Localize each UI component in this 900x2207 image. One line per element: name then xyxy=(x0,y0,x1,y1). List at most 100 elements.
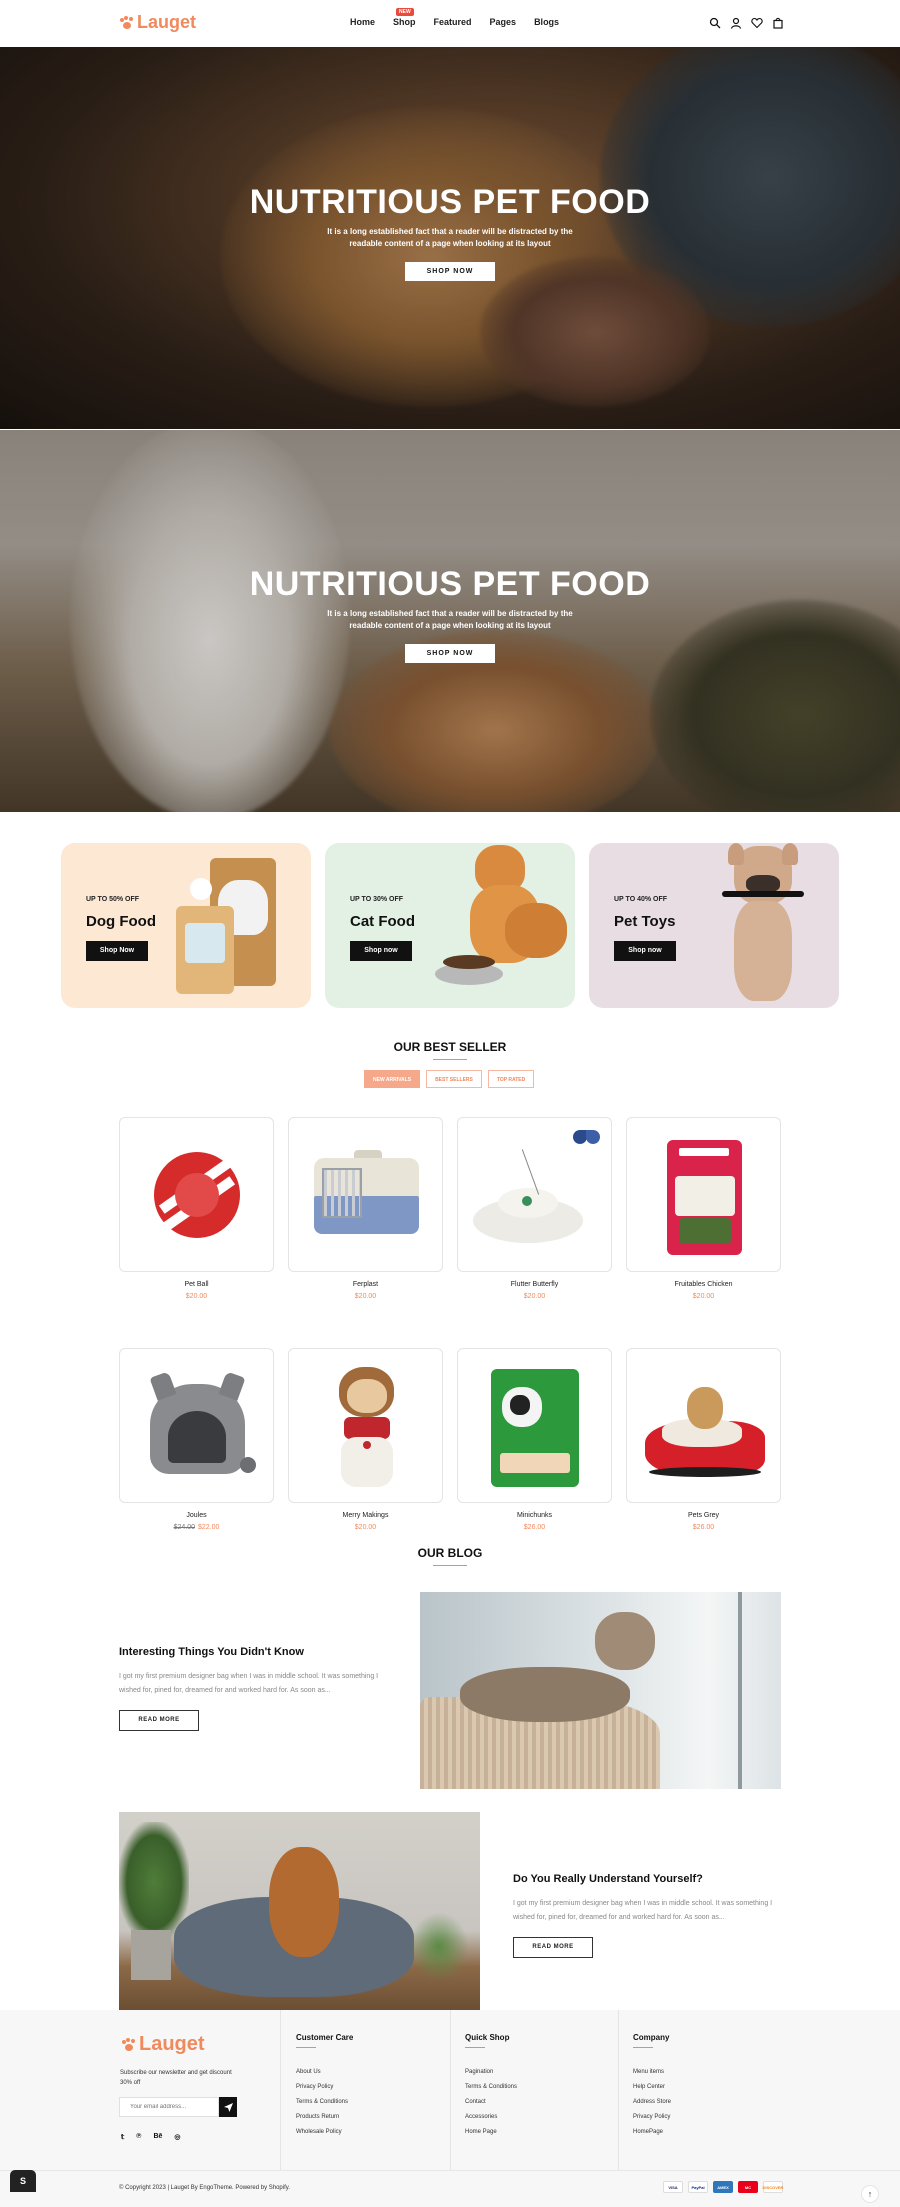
product-price: $20.00 xyxy=(119,1293,274,1300)
product-name[interactable]: Merry Makings xyxy=(288,1512,443,1519)
product-name[interactable]: Joules xyxy=(119,1512,274,1519)
product-card[interactable]: Fruitables Chicken $20.00 xyxy=(626,1117,781,1300)
footer-link[interactable]: Help Center xyxy=(633,2080,671,2095)
footer-link[interactable]: Products Return xyxy=(296,2110,353,2125)
read-more-button[interactable]: READ MORE xyxy=(513,1937,593,1958)
product-card[interactable]: Minichunks $26.00 xyxy=(457,1348,612,1531)
product-card[interactable]: Flutter Butterfly $20.00 xyxy=(457,1117,612,1300)
window-frame xyxy=(738,1592,742,1789)
price-current: $26.00 xyxy=(523,1524,546,1531)
footer-links: Menu items Help Center Address Store Pri… xyxy=(633,2065,671,2140)
product-card[interactable]: Joules $24.00 $22.00 xyxy=(119,1348,274,1531)
product-image[interactable] xyxy=(626,1117,781,1272)
product-image[interactable] xyxy=(119,1348,274,1503)
brand-name: Lauget xyxy=(139,2033,205,2055)
paw-icon xyxy=(122,2037,136,2052)
footer-link[interactable]: HomePage xyxy=(633,2125,671,2140)
plant-right-shape xyxy=(409,1912,469,1982)
send-button[interactable] xyxy=(219,2097,237,2117)
shopify-bag-icon[interactable]: S xyxy=(10,2170,36,2192)
footer-link[interactable]: Address Store xyxy=(633,2095,671,2110)
hero-subtitle: It is a long established fact that a rea… xyxy=(327,609,573,630)
nav-shop-label: Shop xyxy=(393,17,416,27)
tab-new-arrivals[interactable]: NEW ARRIVALS xyxy=(364,1070,421,1088)
nav-blogs[interactable]: Blogs xyxy=(534,17,559,27)
search-icon[interactable] xyxy=(709,17,721,29)
heart-icon[interactable] xyxy=(751,17,763,29)
footer-links: Pagination Terms & Conditions Contact Ac… xyxy=(465,2065,517,2140)
footer-link[interactable]: Menu items xyxy=(633,2065,671,2080)
footer-link[interactable]: About Us xyxy=(296,2065,353,2080)
product-name[interactable]: Minichunks xyxy=(457,1512,612,1519)
nav-shop[interactable]: NEW Shop xyxy=(393,8,416,27)
email-input[interactable] xyxy=(119,2097,219,2117)
product-card[interactable]: Pet Ball $20.00 xyxy=(119,1117,274,1300)
product-card[interactable]: Merry Makings $20.00 xyxy=(288,1348,443,1531)
product-name[interactable]: Pets Grey xyxy=(626,1512,781,1519)
twitter-icon[interactable]: 𝕥 xyxy=(121,2133,124,2141)
promo-card-dog-food[interactable]: UP TO 50% OFF Dog Food Shop Now xyxy=(61,843,311,1008)
footer-link[interactable]: Wholesale Policy xyxy=(296,2125,353,2140)
footer-link[interactable]: Contact xyxy=(465,2095,517,2110)
footer-link[interactable]: Privacy Policy xyxy=(296,2080,353,2095)
promo-card-cat-food[interactable]: UP TO 30% OFF Cat Food Shop now xyxy=(325,843,575,1008)
blog-post-title[interactable]: Interesting Things You Didn't Know xyxy=(119,1646,389,1658)
brand-logo[interactable]: Lauget xyxy=(120,12,196,33)
hero-title: NUTRITIOUS PET FOOD xyxy=(249,183,651,221)
product-image[interactable] xyxy=(288,1117,443,1272)
dog-food-bags-image xyxy=(176,858,296,998)
promo-shop-button[interactable]: Shop now xyxy=(350,941,412,961)
user-icon[interactable] xyxy=(730,17,742,29)
footer-link[interactable]: Terms & Conditions xyxy=(465,2080,517,2095)
nav-featured[interactable]: Featured xyxy=(434,17,472,27)
nav-home[interactable]: Home xyxy=(350,17,375,27)
footer-logo[interactable]: Lauget xyxy=(122,2033,205,2056)
tab-best-sellers[interactable]: BEST SELLERS xyxy=(426,1070,482,1088)
product-card[interactable]: Pets Grey $26.00 xyxy=(626,1348,781,1531)
blog-post-2-image[interactable] xyxy=(119,1812,480,2010)
nav-pages[interactable]: Pages xyxy=(490,17,517,27)
hero-title: NUTRITIOUS PET FOOD xyxy=(249,565,651,603)
hero-shop-now-button[interactable]: SHOP NOW xyxy=(404,644,496,663)
product-image[interactable] xyxy=(288,1348,443,1503)
best-seller-title: OUR BEST SELLER xyxy=(393,1040,507,1054)
paypal-icon: PayPal xyxy=(688,2181,708,2193)
product-grid: Pet Ball $20.00 Ferplast $20.00 Flutter … xyxy=(119,1117,781,1531)
hero-shop-now-button[interactable]: SHOP NOW xyxy=(404,262,496,281)
social-links: 𝕥 ℗ Bē ◎ xyxy=(121,2133,181,2141)
tab-top-rated[interactable]: TOP RATED xyxy=(487,1070,535,1088)
brand-name: Lauget xyxy=(137,12,197,32)
promo-card-pet-toys[interactable]: UP TO 40% OFF Pet Toys Shop now xyxy=(589,843,839,1008)
cart-icon[interactable] xyxy=(772,17,784,29)
cat-shape xyxy=(460,1667,630,1722)
product-name[interactable]: Pet Ball xyxy=(119,1281,274,1288)
mastercard-icon: MC xyxy=(738,2181,758,2193)
blog-post-title[interactable]: Do You Really Understand Yourself? xyxy=(513,1873,783,1885)
product-image[interactable] xyxy=(119,1117,274,1272)
heading-underline xyxy=(433,1565,467,1566)
product-card[interactable]: Ferplast $20.00 xyxy=(288,1117,443,1300)
product-name[interactable]: Flutter Butterfly xyxy=(457,1281,612,1288)
promo-shop-button[interactable]: Shop now xyxy=(614,941,676,961)
promo-discount: UP TO 50% OFF xyxy=(86,896,140,903)
product-image[interactable] xyxy=(457,1117,612,1272)
footer-link[interactable]: Accessories xyxy=(465,2110,517,2125)
blog-post-excerpt: I got my first premium designer bag when… xyxy=(513,1900,773,1921)
product-image[interactable] xyxy=(626,1348,781,1503)
back-to-top-button[interactable]: ↑ xyxy=(861,2185,879,2203)
product-price: $20.00 xyxy=(288,1293,443,1300)
footer-link[interactable]: Pagination xyxy=(465,2065,517,2080)
product-name[interactable]: Fruitables Chicken xyxy=(626,1281,781,1288)
footer-link[interactable]: Home Page xyxy=(465,2125,517,2140)
blog-post-1-image[interactable] xyxy=(420,1592,781,1789)
product-name[interactable]: Ferplast xyxy=(288,1281,443,1288)
footer-link[interactable]: Terms & Conditions xyxy=(296,2095,353,2110)
footer-link[interactable]: Privacy Policy xyxy=(633,2110,671,2125)
product-image[interactable] xyxy=(457,1348,612,1503)
behance-icon[interactable]: Bē xyxy=(153,2133,162,2141)
hero-subtitle: It is a long established fact that a rea… xyxy=(327,227,573,248)
instagram-icon[interactable]: ◎ xyxy=(174,2133,180,2141)
promo-shop-button[interactable]: Shop Now xyxy=(86,941,148,961)
pinterest-icon[interactable]: ℗ xyxy=(136,2133,141,2141)
read-more-button[interactable]: READ MORE xyxy=(119,1710,199,1731)
